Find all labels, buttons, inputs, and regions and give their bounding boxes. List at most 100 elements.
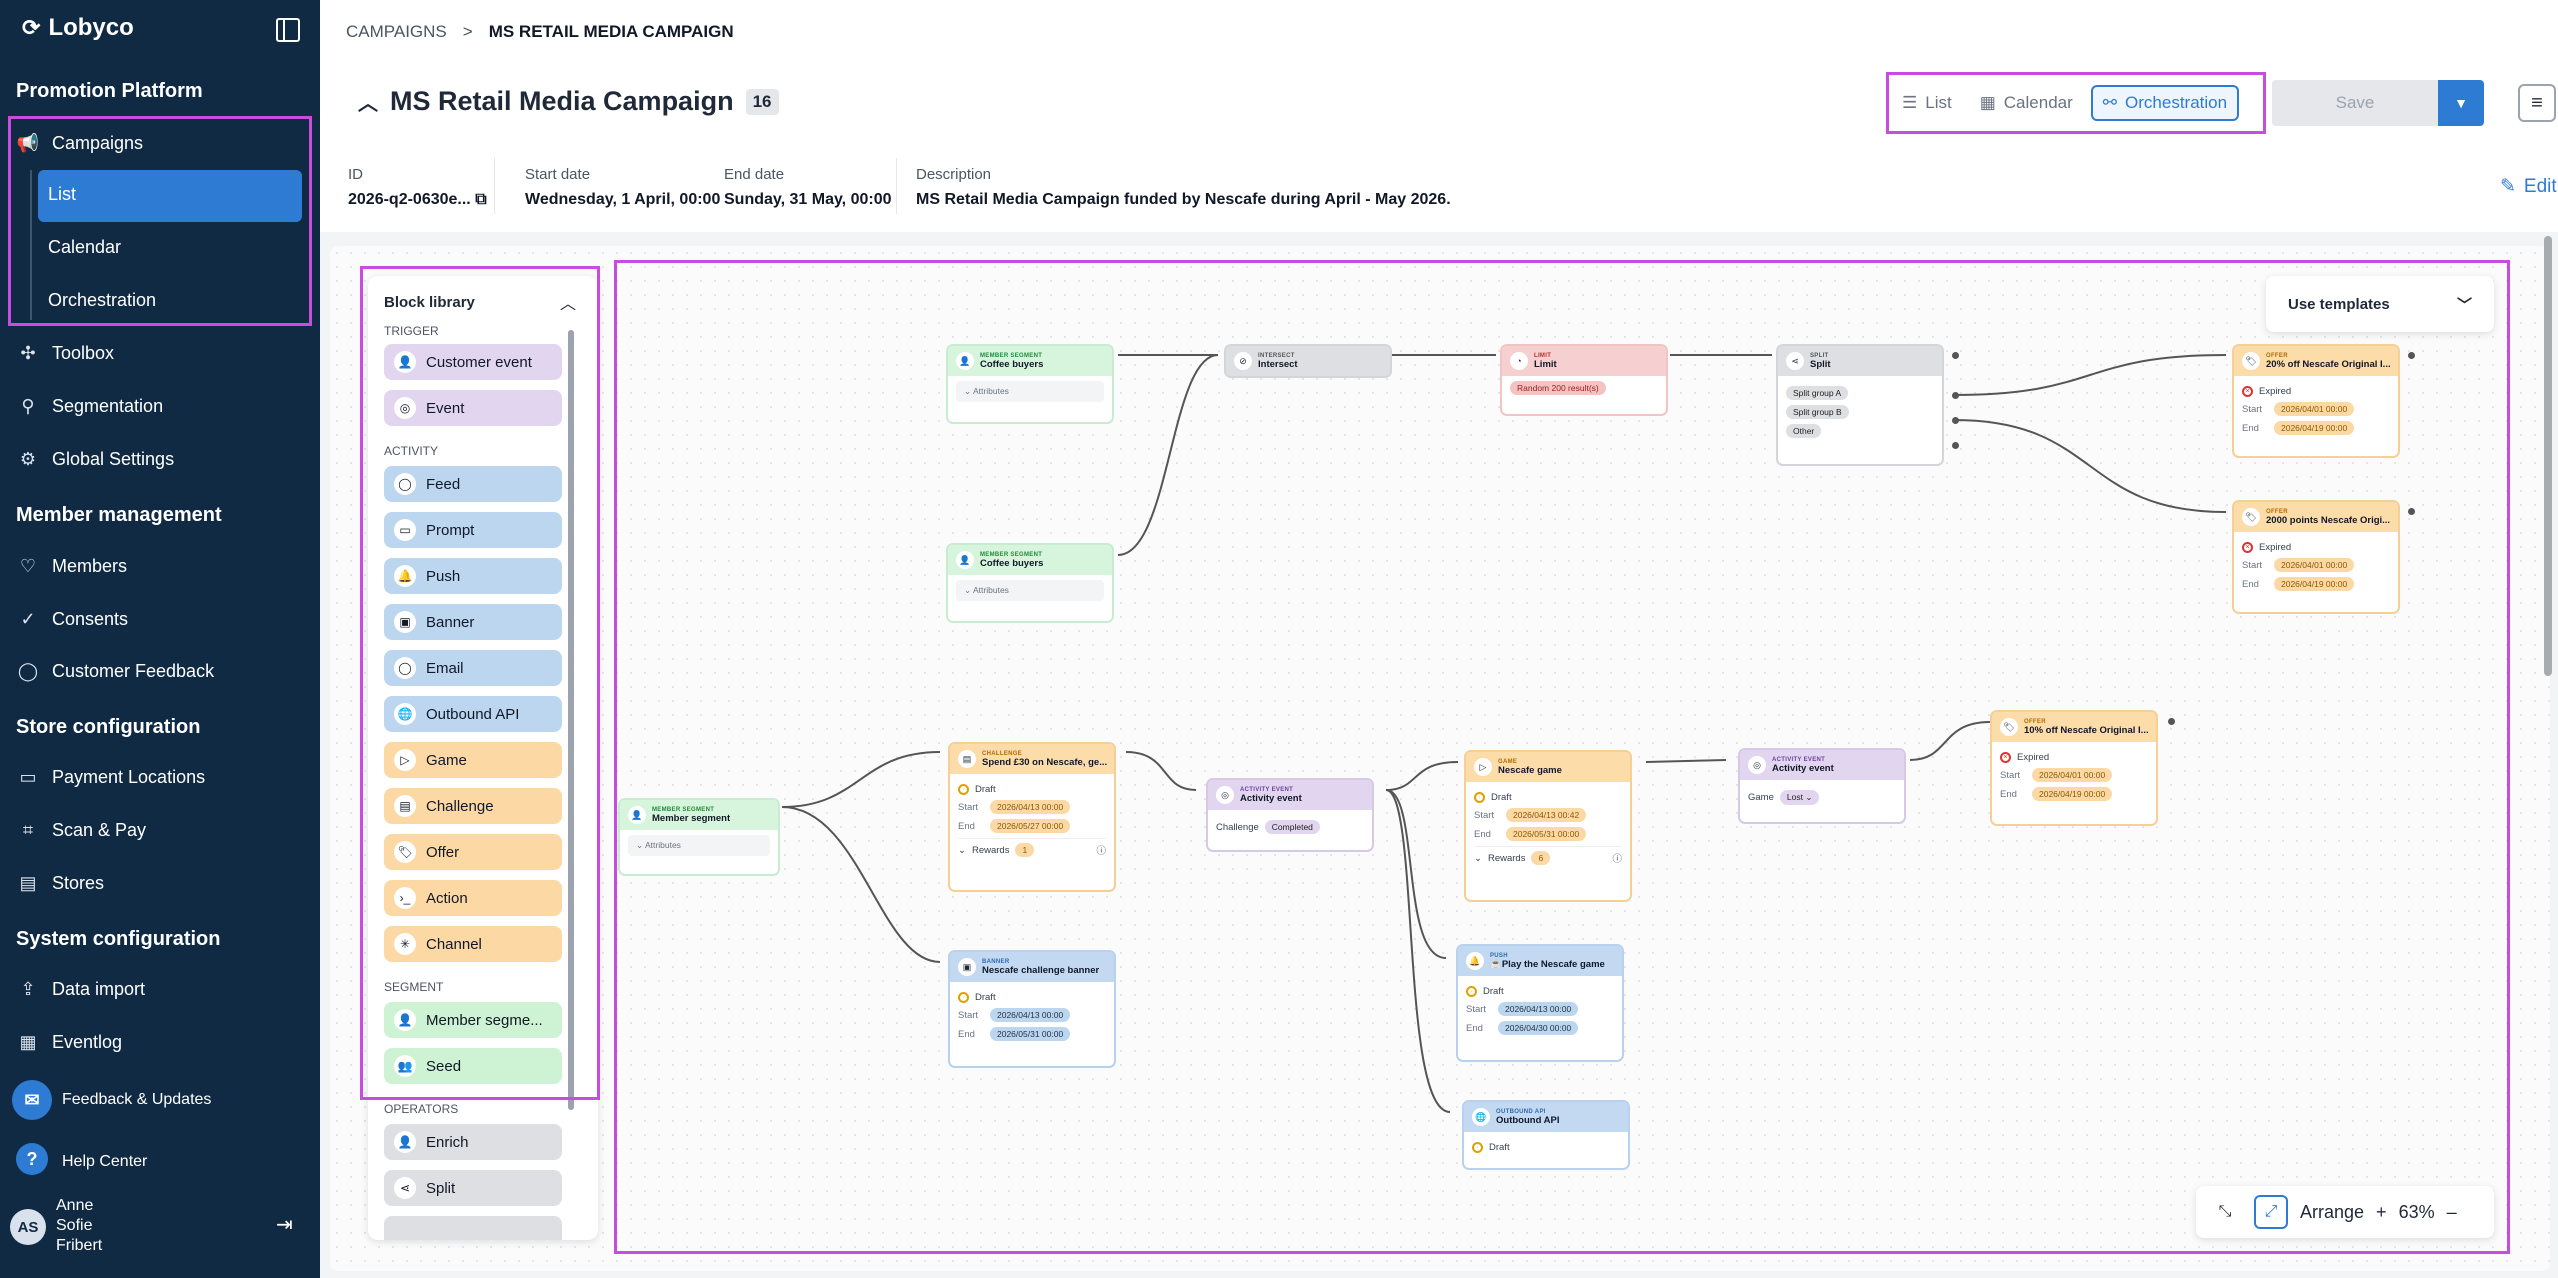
sidebar-item-segmentation[interactable]: ⚲ Segmentation — [16, 389, 163, 423]
node-activity-event[interactable]: ◎ ACTIVITY EVENT Activity event Game Lost ⌄ — [1738, 748, 1906, 824]
node-offer[interactable]: 🏷 OFFER 2000 points Nescafe Origi... × Expi… — [2232, 500, 2400, 614]
page-title: ︿ MS Retail Media Campaign 16 — [358, 86, 779, 117]
chevron-up-icon[interactable]: ︿ — [358, 87, 378, 116]
arrange-button[interactable]: Arrange — [2300, 1202, 2364, 1223]
logo[interactable]: ⟳ Lobyco — [22, 14, 134, 42]
node-limit[interactable]: ◔ LIMIT Limit Random 200 result(s) — [1500, 344, 1668, 416]
help-icon[interactable]: ? — [16, 1143, 48, 1175]
chevron-down-icon[interactable]: ⌄ — [1474, 853, 1482, 864]
edit-button[interactable]: ✎ Edit — [2500, 175, 2557, 198]
sidebar-item-eventlog[interactable]: ▦ Eventlog — [16, 1025, 122, 1059]
split-handle[interactable] — [1952, 442, 1959, 449]
canvas-scrollbar[interactable] — [2544, 236, 2552, 676]
split-handle[interactable] — [1952, 417, 1959, 424]
block-push[interactable]: 🔔 Push — [384, 558, 562, 594]
sidebar-item-members[interactable]: ♡ Members — [16, 549, 127, 583]
sidebar-subitem-list[interactable] — [38, 170, 302, 222]
sidebar-subitem-calendar[interactable]: Calendar — [48, 237, 121, 258]
tab-orchestration[interactable]: ⚯ Orchestration — [2090, 85, 2240, 121]
node-banner[interactable]: ▣ BANNER Nescafe challenge banner · Draft S… — [948, 950, 1116, 1068]
orchestration-canvas[interactable] — [330, 246, 2550, 1271]
sidebar-item-label: Feedback & Updates — [62, 1091, 212, 1108]
info-icon[interactable]: ⓘ — [1612, 851, 1622, 865]
node-split[interactable]: ⋖ SPLIT Split Split group A Split group B … — [1776, 344, 1944, 466]
sidebar-item-customer-feedback[interactable]: ◯ Customer Feedback — [16, 654, 214, 688]
node-member-segment[interactable]: 👤 MEMBER SEGMENT Coffee buyers ⌄ Attribute… — [946, 543, 1114, 623]
split-handle[interactable] — [1952, 392, 1959, 399]
sidebar-item-scan-pay[interactable]: ⌗ Scan & Pay — [16, 813, 146, 847]
sidebar-subitem-list-label[interactable]: List — [48, 184, 76, 205]
block-challenge[interactable]: ▤ Challenge — [384, 788, 562, 824]
attributes-toggle[interactable]: ⌄ Attributes — [956, 580, 1104, 601]
sidebar-item-feedback-updates[interactable]: Feedback & Updates — [62, 1083, 211, 1117]
sidebar-subitem-orchestration[interactable]: Orchestration — [48, 290, 156, 311]
block-event[interactable]: ◎ Event — [384, 390, 562, 426]
sidebar-item-toolbox[interactable]: ✣ Toolbox — [16, 336, 114, 370]
save-button[interactable]: Save — [2272, 80, 2438, 126]
block-member-segment[interactable]: 👤 Member segme... — [384, 1002, 562, 1038]
block-seed[interactable]: 👥 Seed — [384, 1048, 562, 1084]
library-scrollbar[interactable] — [568, 330, 574, 1110]
sidebar-item-help-center[interactable]: Help Center — [62, 1145, 147, 1179]
chevron-up-icon[interactable]: ︿ — [560, 290, 576, 314]
block-customer-event[interactable]: 👤 Customer event — [384, 344, 562, 380]
node-handle[interactable] — [2168, 718, 2175, 725]
sidebar-item-data-import[interactable]: ⇪ Data import — [16, 972, 145, 1006]
node-handle[interactable] — [2408, 352, 2415, 359]
node-push[interactable]: 🔔 PUSH ☕Play the Nescafe game · Draft Start… — [1456, 944, 1624, 1062]
node-member-segment[interactable]: 👤 MEMBER SEGMENT Coffee buyers ⌄ Attribute… — [946, 344, 1114, 424]
zoom-out-button[interactable]: – — [2447, 1202, 2457, 1223]
avatar[interactable]: AS — [10, 1209, 46, 1245]
tab-calendar[interactable]: ▦ Calendar — [1970, 85, 2083, 121]
zoom-in-button[interactable]: + — [2376, 1202, 2387, 1223]
curve-edges-icon[interactable]: ⤢ — [2254, 1195, 2288, 1229]
end-label: End — [2242, 422, 2259, 434]
node-challenge[interactable]: ▤ CHALLENGE Spend £30 on Nescafe, ge... · D… — [948, 742, 1116, 892]
block-enrich[interactable]: 👤 Enrich — [384, 1124, 562, 1160]
split-handle[interactable] — [1952, 352, 1959, 359]
node-handle[interactable] — [2408, 508, 2415, 515]
block-action[interactable]: ›_ Action — [384, 880, 562, 916]
block-offer[interactable]: 🏷 Offer — [384, 834, 562, 870]
sidebar-item-campaigns[interactable]: 📢 Campaigns — [16, 126, 143, 160]
block-prompt[interactable]: ▭ Prompt — [384, 512, 562, 548]
block-feed[interactable]: ◯ Feed — [384, 466, 562, 502]
collapse-edges-icon[interactable]: ⤡ — [2208, 1195, 2242, 1229]
sidebar-item-payment-locations[interactable]: ▭ Payment Locations — [16, 760, 205, 794]
sidebar-collapse-icon[interactable] — [276, 18, 300, 42]
attributes-toggle[interactable]: ⌄ Attributes — [956, 381, 1104, 402]
save-dropdown-chevron-icon[interactable]: ▼ — [2438, 80, 2484, 126]
block-outbound-api[interactable]: 🌐 Outbound API — [384, 696, 562, 732]
block-email[interactable]: ◯ Email — [384, 650, 562, 686]
sidebar-item-consents[interactable]: ✓ Consents — [16, 602, 128, 636]
split-icon: ⋖ — [394, 1177, 416, 1199]
block-channel[interactable]: ✳ Channel — [384, 926, 562, 962]
tab-list[interactable]: ☰ List — [1892, 85, 1962, 121]
attributes-label: Attributes — [973, 386, 1009, 396]
end-label: End — [2242, 578, 2259, 590]
hamburger-menu-icon[interactable]: ≡ — [2518, 84, 2556, 122]
node-activity-event[interactable]: ◎ ACTIVITY EVENT Activity event Challenge C… — [1206, 778, 1374, 852]
use-templates-dropdown[interactable]: Use templates ﹀ — [2266, 276, 2494, 332]
feedback-icon[interactable]: ✉ — [12, 1080, 52, 1120]
logout-icon[interactable]: ⇥ — [276, 1212, 293, 1237]
node-member-segment[interactable]: 👤 MEMBER SEGMENT Member segment ⌄ Attribut… — [618, 798, 780, 876]
breadcrumb-campaigns[interactable]: CAMPAIGNS — [346, 22, 447, 42]
block-game[interactable]: ▷ Game — [384, 742, 562, 778]
node-offer[interactable]: 🏷 OFFER 20% off Nescafe Original I... × Exp… — [2232, 344, 2400, 458]
chevron-down-icon[interactable]: ⌄ — [958, 845, 966, 856]
attributes-toggle[interactable]: ⌄ Attributes — [628, 835, 770, 856]
node-offer[interactable]: 🏷 OFFER 10% off Nescafe Original I... × Exp… — [1990, 710, 2158, 826]
copy-icon[interactable]: ⧉ — [475, 191, 486, 208]
block-more[interactable] — [384, 1216, 562, 1240]
sidebar-item-stores[interactable]: ▤ Stores — [16, 866, 104, 900]
sidebar-item-global-settings[interactable]: ⚙ Global Settings — [16, 442, 174, 476]
block-split[interactable]: ⋖ Split — [384, 1170, 562, 1206]
node-game[interactable]: ▷ GAME Nescafe game · Draft Start 2026/04/13… — [1464, 750, 1632, 902]
node-outbound-api[interactable]: 🌐 OUTBOUND API Outbound API · Draft — [1462, 1100, 1630, 1170]
activity-select[interactable]: Lost ⌄ — [1779, 790, 1820, 805]
meta-start-date: Start date Wednesday, 1 April, 00:00 — [525, 166, 720, 209]
node-intersect[interactable]: ⊘ INTERSECT Intersect — [1224, 344, 1392, 378]
block-banner[interactable]: ▣ Banner — [384, 604, 562, 640]
info-icon[interactable]: ⓘ — [1096, 843, 1106, 857]
